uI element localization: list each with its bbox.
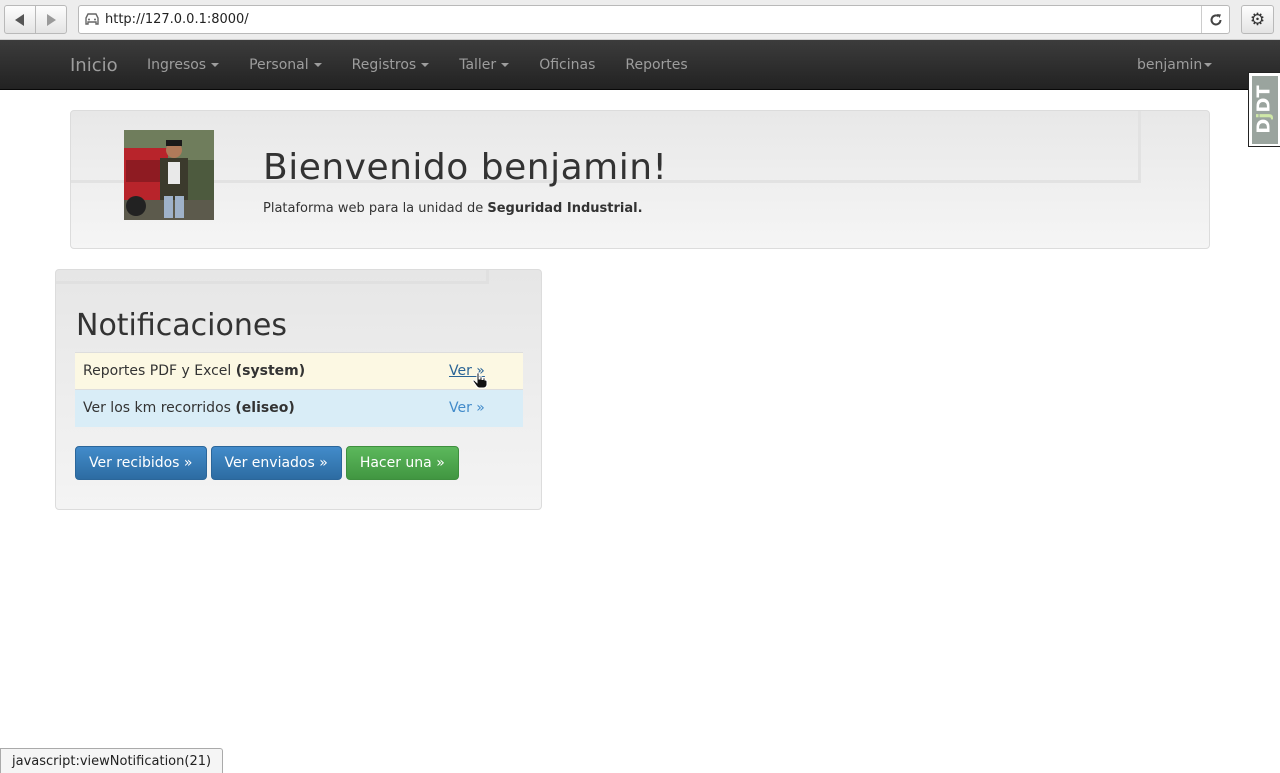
nav-item-reportes[interactable]: Reportes [610, 40, 702, 90]
debug-toolbar-handle[interactable]: DjDT [1248, 72, 1280, 147]
caret-down-icon [1204, 63, 1213, 67]
navbar-menu: Ingresos Personal Registros Taller Ofici… [132, 40, 703, 90]
page-title: Bienvenido benjamin! [263, 147, 668, 188]
welcome-jumbotron: Bienvenido benjamin! Plataforma web para… [70, 110, 1210, 249]
browser-status-bar: javascript:viewNotification(21) [0, 748, 224, 773]
settings-button[interactable]: ⚙ [1241, 5, 1274, 34]
notifications-heading: Notificaciones [76, 308, 287, 343]
gear-icon: ⚙ [1249, 9, 1266, 30]
nav-label: Oficinas [539, 57, 596, 73]
caret-down-icon [421, 63, 430, 67]
history-buttons [4, 5, 67, 34]
back-button[interactable] [5, 6, 35, 33]
view-notification-link[interactable]: Ver » [449, 400, 485, 416]
avatar [124, 130, 214, 220]
decorative-shade [56, 270, 489, 284]
back-icon [15, 13, 24, 26]
forward-icon [47, 13, 56, 26]
nav-item-registros[interactable]: Registros [337, 40, 445, 90]
caret-down-icon [313, 63, 322, 67]
nav-item-oficinas[interactable]: Oficinas [524, 40, 610, 90]
notification-buttons: Ver recibidos » Ver enviados » Hacer una… [75, 446, 459, 480]
nav-label: Ingresos [147, 57, 207, 73]
notification-author: (eliseo) [235, 400, 295, 417]
subtitle-bold: Seguridad Industrial. [487, 201, 643, 216]
notification-text: Ver los km recorridos (eliseo) [75, 389, 449, 427]
caret-down-icon [501, 63, 510, 67]
address-bar[interactable]: http://127.0.0.1:8000/ [78, 5, 1230, 34]
nav-label: Reportes [625, 57, 688, 73]
notifications-table: Reportes PDF y Excel (system) Ver » Ver … [75, 352, 523, 427]
hand-cursor-icon [472, 372, 488, 389]
nav-label: Registros [351, 57, 417, 73]
notification-author: (system) [235, 363, 306, 379]
nav-item-personal[interactable]: Personal [234, 40, 337, 90]
browser-toolbar: http://127.0.0.1:8000/ ⚙ [0, 0, 1280, 40]
notification-row: Ver los km recorridos (eliseo) Ver » [75, 389, 523, 427]
notification-text: Reportes PDF y Excel (system) [75, 352, 449, 390]
user-name: benjamin [1137, 57, 1203, 73]
site-icon [79, 12, 105, 27]
view-sent-button[interactable]: Ver enviados » [210, 446, 342, 480]
notification-row: Reportes PDF y Excel (system) Ver » [75, 352, 523, 390]
debug-toolbar-label: DjDT [1254, 85, 1276, 134]
forward-button[interactable] [35, 6, 66, 33]
notification-action: Ver » [449, 389, 523, 427]
top-navbar: Inicio Ingresos Personal Registros Talle… [0, 40, 1280, 90]
create-notification-button[interactable]: Hacer una » [345, 446, 459, 480]
nav-label: Personal [249, 57, 309, 73]
subtitle-text: Plataforma web para la unidad de [263, 201, 488, 216]
caret-down-icon [211, 63, 220, 67]
notifications-panel: Notificaciones Reportes PDF y Excel (sys… [55, 269, 542, 510]
page-subtitle: Plataforma web para la unidad de Segurid… [263, 201, 643, 216]
url-text[interactable]: http://127.0.0.1:8000/ [105, 12, 1201, 27]
nav-item-ingresos[interactable]: Ingresos [132, 40, 234, 90]
user-menu[interactable]: benjamin [1137, 40, 1213, 90]
nav-item-taller[interactable]: Taller [444, 40, 524, 90]
reload-button[interactable] [1201, 6, 1229, 33]
debug-toolbar-logo: DjDT [1251, 75, 1278, 144]
navbar-brand[interactable]: Inicio [70, 55, 118, 76]
nav-label: Taller [459, 57, 497, 73]
notification-title: Ver los km recorridos [83, 400, 236, 417]
notification-title: Reportes PDF y Excel [83, 363, 236, 379]
view-received-button[interactable]: Ver recibidos » [75, 446, 207, 480]
reload-icon [1210, 13, 1221, 25]
